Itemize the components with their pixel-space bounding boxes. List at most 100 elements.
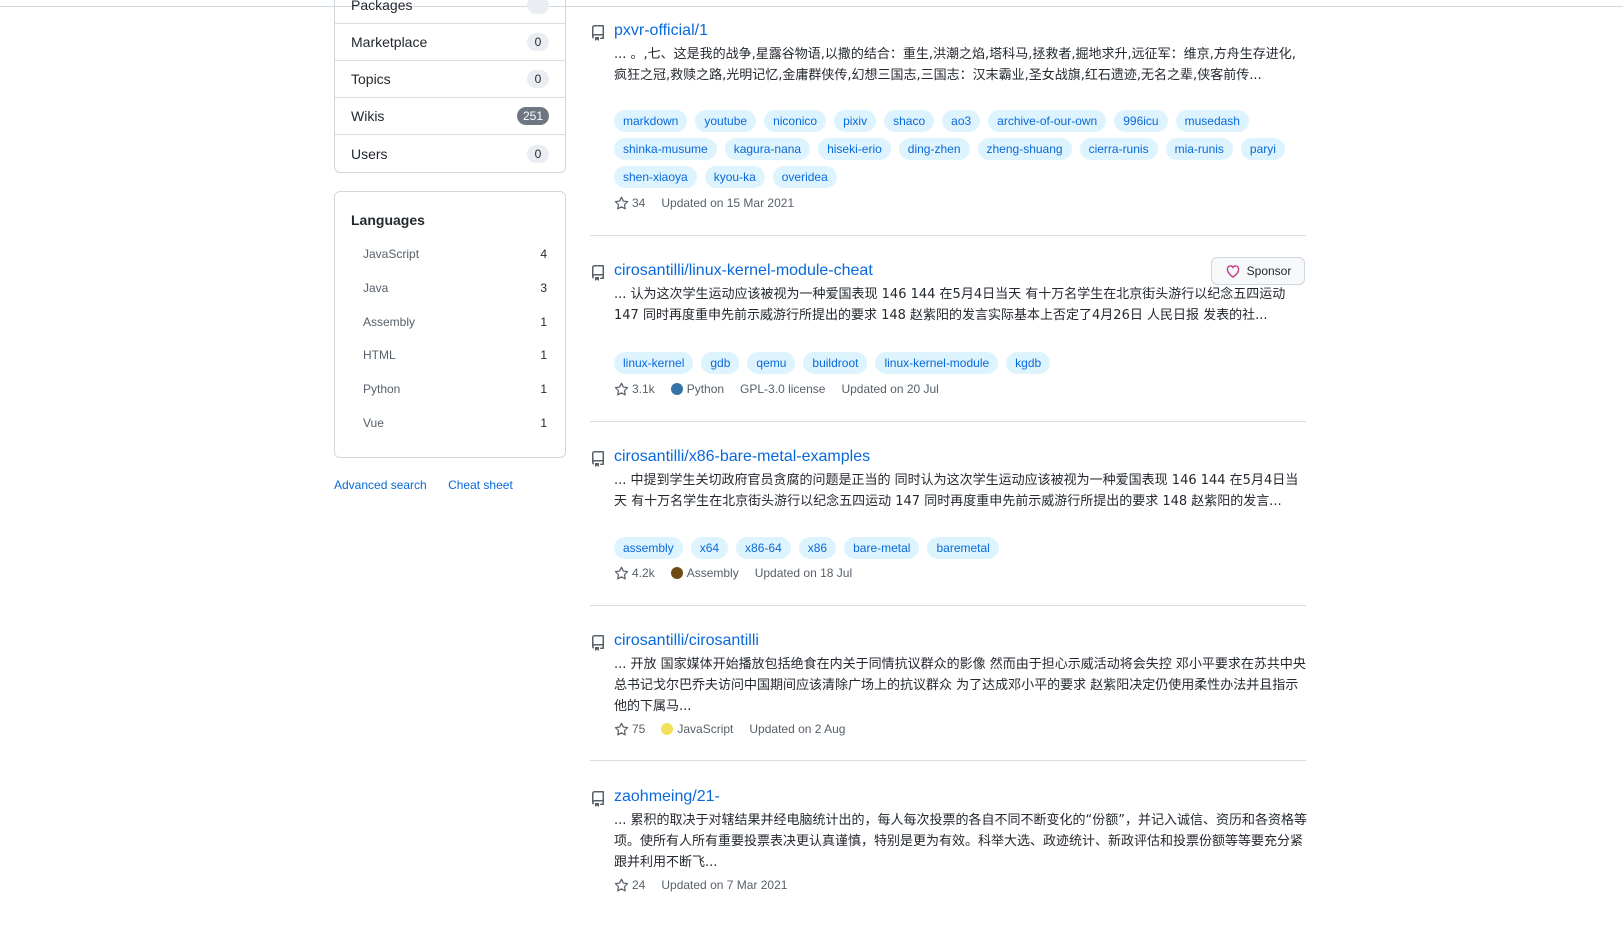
languages-panel: Languages JavaScript 4 Java 3 Assembly 1…: [334, 191, 566, 458]
repo-language-name: Python: [686, 382, 725, 396]
repo-license: GPL-3.0 license: [740, 382, 826, 396]
repo-meta: 4.2k Assembly Updated on 18 Jul: [614, 564, 852, 582]
filter-users[interactable]: Users 0: [335, 135, 565, 172]
topic-tag[interactable]: shen-xiaoya: [614, 166, 697, 188]
filter-count: 251: [516, 107, 549, 125]
star-count-value: 75: [632, 722, 646, 736]
topic-tag[interactable]: shinka-musume: [614, 138, 717, 160]
topic-tag[interactable]: gdb: [701, 352, 740, 374]
topic-tag[interactable]: 996icu: [1114, 110, 1168, 132]
language-count: 4: [540, 247, 547, 261]
repo-title-link[interactable]: cirosantilli/cirosantilli: [614, 632, 759, 650]
topic-tag[interactable]: zheng-shuang: [977, 138, 1072, 160]
topic-tag[interactable]: baremetal: [927, 537, 999, 559]
updated-date: Updated on 2 Aug: [749, 722, 846, 736]
filter-label: Marketplace: [351, 34, 428, 50]
repo-title-link[interactable]: pxvr-official/1: [614, 22, 708, 40]
repo-title-link[interactable]: zaohmeing/21-: [614, 788, 720, 806]
star-icon: [614, 722, 629, 735]
repo-description: ... 累积的取决于对辖结果并经电脑统计出的，每人每次投票的各自不同不断变化的“…: [614, 813, 1307, 870]
repo-meta: 75 JavaScript Updated on 2 Aug: [614, 720, 845, 738]
topic-tag[interactable]: paryi: [1240, 138, 1285, 160]
language-filter-item[interactable]: JavaScript 4: [363, 244, 547, 264]
topic-tag[interactable]: kyou-ka: [704, 166, 765, 188]
filter-packages[interactable]: Packages: [335, 0, 565, 24]
topic-tag[interactable]: cierra-runis: [1079, 138, 1158, 160]
filter-count: [527, 0, 549, 14]
language-count: 3: [540, 281, 547, 295]
star-count[interactable]: 75: [614, 722, 645, 737]
language-name: JavaScript: [363, 247, 420, 261]
repo-description: ... 。,七、这是我的战争,星露谷物语,以撒的结合：重生,洪潮之焰,塔科马,拯…: [614, 47, 1296, 83]
topic-list: linux-kernel gdb qemu buildroot linux-ke…: [614, 352, 1308, 374]
topic-tag[interactable]: assembly: [614, 537, 683, 559]
repo-language: Assembly: [670, 566, 739, 580]
filter-label: Topics: [351, 71, 391, 87]
topic-tag[interactable]: markdown: [614, 110, 688, 132]
topic-tag[interactable]: linux-kernel: [614, 352, 694, 374]
result-item: cirosantilli/x86-bare-metal-examples ...…: [590, 448, 1306, 588]
language-count: 1: [540, 382, 547, 396]
language-name: Assembly: [363, 315, 416, 329]
topic-tag[interactable]: bare-metal: [844, 537, 920, 559]
repo-title-link[interactable]: cirosantilli/x86-bare-metal-examples: [614, 448, 870, 466]
topic-tag[interactable]: pixiv: [834, 110, 877, 132]
star-icon: [614, 196, 629, 209]
topic-tag[interactable]: buildroot: [803, 352, 868, 374]
star-count[interactable]: 4.2k: [614, 566, 655, 581]
result-divider: [590, 235, 1306, 236]
repo-icon: [592, 635, 604, 651]
topic-tag[interactable]: kagura-nana: [724, 138, 811, 160]
star-count-value: 4.2k: [632, 566, 655, 580]
topic-tag[interactable]: x86: [798, 537, 837, 559]
topic-tag[interactable]: ao3: [942, 110, 981, 132]
language-filter-item[interactable]: Java 3: [363, 278, 547, 298]
updated-date: Updated on 18 Jul: [754, 566, 853, 580]
search-filter-menu: Packages Marketplace 0 Topics 0 Wikis 25…: [334, 0, 566, 173]
topic-list: assembly x64 x86-64 x86 bare-metal barem…: [614, 537, 1308, 559]
filter-wikis[interactable]: Wikis 251: [335, 98, 565, 135]
updated-date: Updated on 20 Jul: [841, 382, 939, 396]
topic-tag[interactable]: archive-of-our-own: [988, 110, 1107, 132]
topic-tag[interactable]: qemu: [747, 352, 796, 374]
language-color-dot: [670, 567, 683, 579]
topic-tag[interactable]: kgdb: [1006, 352, 1051, 374]
topic-tag[interactable]: overidea: [772, 166, 837, 188]
result-divider: [590, 421, 1306, 422]
repo-language-name: Assembly: [686, 566, 739, 580]
language-name: Python: [363, 382, 401, 396]
topic-tag[interactable]: youtube: [695, 110, 757, 132]
advanced-search-link[interactable]: Advanced search: [334, 478, 427, 492]
filter-marketplace[interactable]: Marketplace 0: [335, 24, 565, 61]
star-count-value: 34: [632, 196, 646, 210]
filter-topics[interactable]: Topics 0: [335, 61, 565, 98]
sponsor-button[interactable]: Sponsor: [1211, 257, 1305, 285]
cheat-sheet-link[interactable]: Cheat sheet: [448, 478, 513, 492]
topic-tag[interactable]: mia-runis: [1165, 138, 1233, 160]
topic-tag[interactable]: ding-zhen: [898, 138, 970, 160]
topic-tag[interactable]: shaco: [884, 110, 935, 132]
language-name: Java: [363, 281, 389, 295]
star-count[interactable]: 34: [614, 196, 645, 211]
topic-tag[interactable]: musedash: [1175, 110, 1249, 132]
repo-icon: [592, 265, 604, 281]
topic-tag[interactable]: x86-64: [736, 537, 791, 559]
topic-tag[interactable]: linux-kernel-module: [875, 352, 999, 374]
filter-count: 0: [527, 144, 549, 163]
result-item: cirosantilli/cirosantilli ... 开放 国家媒体开始播…: [590, 632, 1306, 742]
language-filter-item[interactable]: Assembly 1: [363, 312, 547, 332]
filter-count: 0: [527, 33, 549, 51]
filter-label: Users: [351, 145, 388, 162]
repo-title-link[interactable]: cirosantilli/linux-kernel-module-cheat: [614, 262, 873, 280]
language-filter-item[interactable]: Vue 1: [363, 413, 547, 433]
sponsor-label: Sponsor: [1246, 264, 1292, 278]
language-count: 1: [540, 348, 547, 362]
language-filter-item[interactable]: HTML 1: [363, 345, 547, 365]
result-item: zaohmeing/21- ... 累积的取决于对辖结果并经电脑统计出的，每人每…: [590, 788, 1307, 898]
topic-tag[interactable]: hiseki-erio: [818, 138, 891, 160]
language-filter-item[interactable]: Python 1: [363, 379, 547, 399]
star-count[interactable]: 24: [614, 878, 645, 893]
topic-tag[interactable]: niconico: [764, 110, 827, 132]
topic-tag[interactable]: x64: [690, 537, 729, 559]
star-count[interactable]: 3.1k: [614, 382, 655, 397]
